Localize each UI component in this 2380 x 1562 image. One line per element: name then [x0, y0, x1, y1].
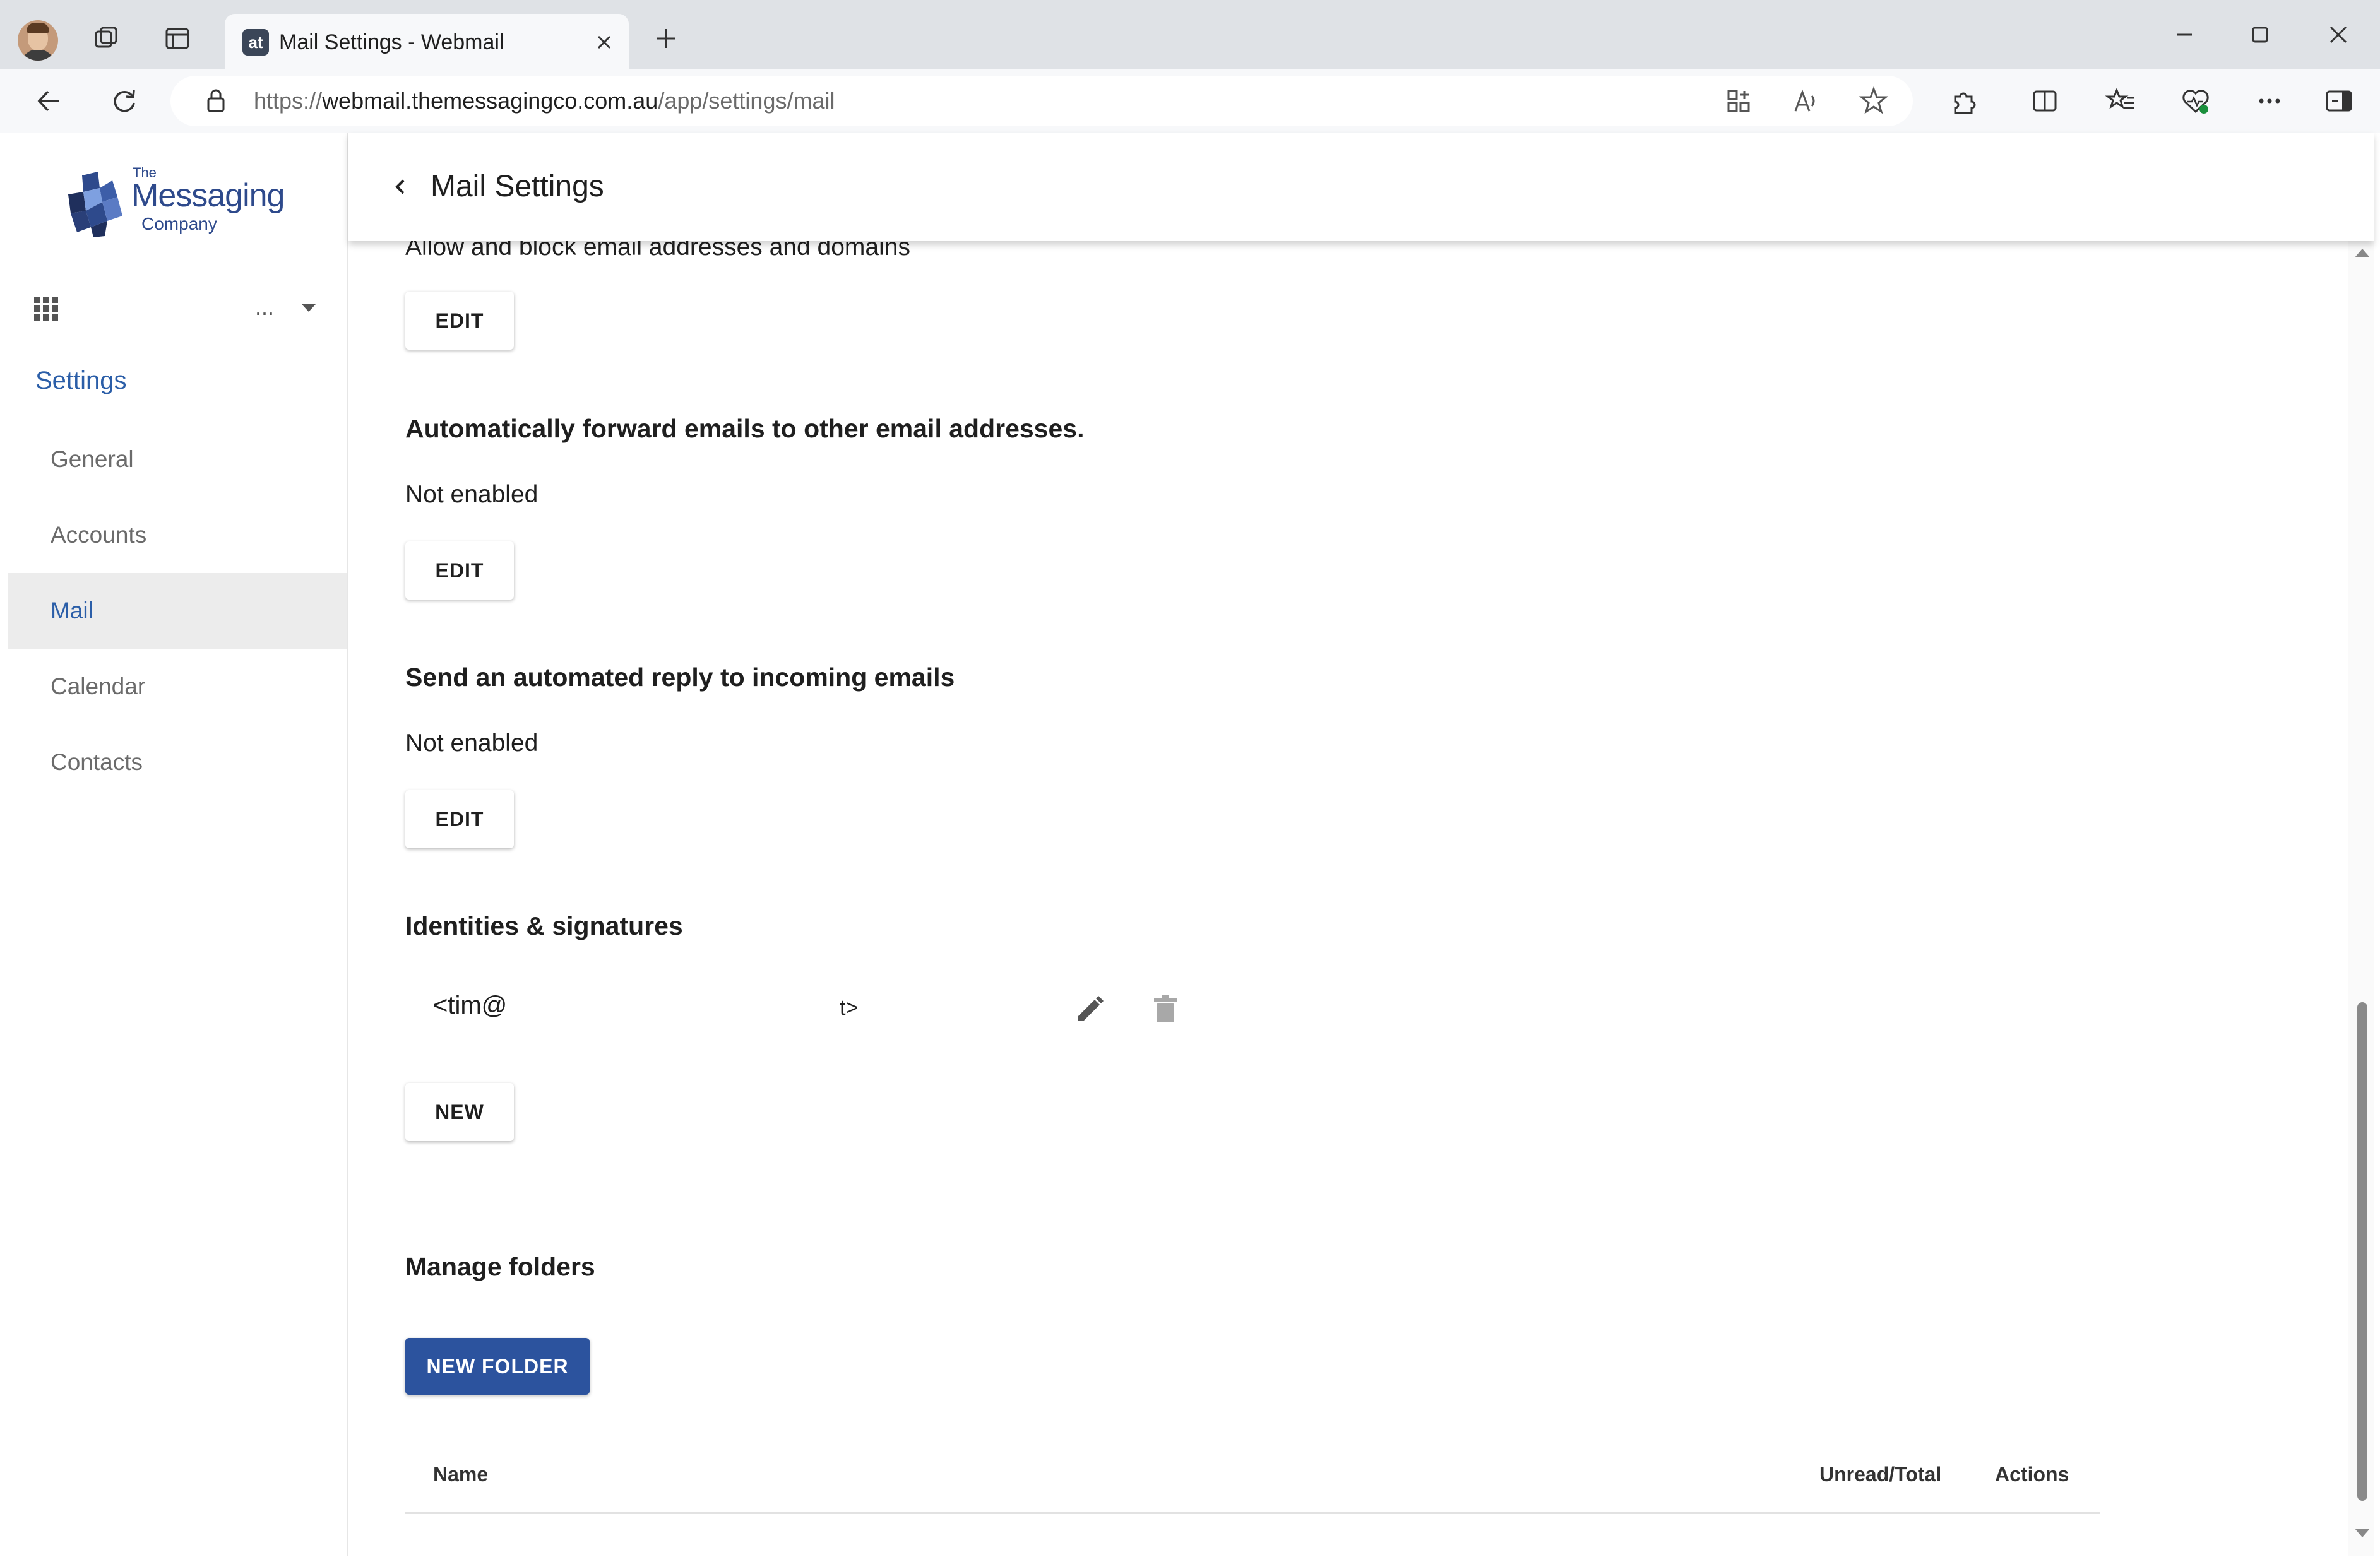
- autoreply-section-title: Send an automated reply to incoming emai…: [405, 663, 955, 692]
- identity-row: <tim@ t>: [405, 978, 1302, 1041]
- favorites-icon[interactable]: [2098, 78, 2145, 124]
- page-header: Mail Settings: [348, 133, 2374, 241]
- refresh-icon[interactable]: [101, 78, 148, 124]
- minimize-icon[interactable]: [2153, 13, 2216, 57]
- logo-text-messaging: Messaging: [131, 177, 285, 214]
- caret-down-icon[interactable]: [299, 302, 318, 317]
- block-edit-button[interactable]: EDIT: [405, 292, 514, 350]
- logo-text-company: Company: [141, 214, 217, 234]
- webmail-app: The Messaging Company ... Settings Gener…: [8, 133, 2374, 1556]
- url-text[interactable]: https://webmail.themessagingco.com.au/ap…: [254, 87, 835, 115]
- app-switcher-row: ...: [8, 284, 348, 334]
- autoreply-status: Not enabled: [405, 730, 538, 757]
- sidebar-toggle-icon[interactable]: [2316, 78, 2362, 124]
- new-folder-button[interactable]: NEW FOLDER: [405, 1338, 590, 1395]
- trash-icon[interactable]: [1148, 992, 1183, 1031]
- forward-section-title: Automatically forward emails to other em…: [405, 414, 1085, 443]
- favorite-star-icon[interactable]: [1859, 86, 1889, 119]
- close-window-icon[interactable]: [2307, 13, 2370, 57]
- browser-essentials-icon[interactable]: [2172, 78, 2219, 124]
- back-nav-icon[interactable]: [25, 78, 72, 124]
- more-options-icon[interactable]: [2246, 78, 2293, 124]
- scroll-thumb[interactable]: [2357, 1002, 2367, 1501]
- url-host: webmail.themessagingco.com.au: [322, 88, 658, 114]
- url-prefix: https://: [254, 88, 323, 114]
- extensions-icon[interactable]: [1940, 78, 1987, 124]
- address-bar[interactable]: https://webmail.themessagingco.com.au/ap…: [170, 76, 1913, 126]
- sidebar-item-mail[interactable]: Mail: [8, 573, 347, 649]
- settings-sidebar: The Messaging Company ... Settings Gener…: [8, 133, 348, 1556]
- browser-toolbar: https://webmail.themessagingco.com.au/ap…: [0, 69, 2380, 133]
- tab-close-icon[interactable]: [591, 29, 617, 56]
- lock-icon[interactable]: [203, 87, 229, 118]
- company-logo[interactable]: The Messaging Company: [63, 165, 303, 247]
- folders-table-header: Name Unread/Total Actions: [405, 1447, 2100, 1516]
- logo-globe-icon: [68, 172, 122, 237]
- tab-actions-icon[interactable]: [154, 15, 201, 62]
- block-section-text: Allow and block email addresses and doma…: [405, 241, 910, 261]
- new-tab-icon[interactable]: [643, 15, 689, 62]
- forward-edit-button[interactable]: EDIT: [405, 541, 514, 600]
- browser-tab[interactable]: at Mail Settings - Webmail: [225, 14, 629, 69]
- pencil-icon[interactable]: [1072, 992, 1107, 1031]
- forward-status: Not enabled: [405, 481, 538, 508]
- profile-avatar[interactable]: [18, 20, 58, 61]
- tab-favicon-icon: at: [242, 29, 269, 56]
- scroll-up-icon[interactable]: [2355, 249, 2370, 257]
- identity-email-end: t>: [840, 996, 859, 1020]
- sidebar-item-general[interactable]: General: [8, 422, 347, 497]
- sidebar-item-accounts[interactable]: Accounts: [8, 497, 347, 573]
- identities-section-title: Identities & signatures: [405, 911, 683, 940]
- app-available-icon[interactable]: [1723, 86, 1754, 119]
- read-aloud-icon[interactable]: [1792, 86, 1822, 119]
- folders-section-title: Manage folders: [405, 1252, 595, 1281]
- table-divider: [405, 1512, 2100, 1514]
- content-scrollbar[interactable]: [2348, 241, 2374, 1556]
- settings-heading: Settings: [35, 367, 127, 394]
- maximize-icon[interactable]: [2228, 13, 2292, 57]
- url-path: /app/settings/mail: [658, 88, 835, 114]
- identity-email-start: <tim@: [433, 991, 508, 1019]
- apps-grid-icon[interactable]: [32, 294, 61, 326]
- column-header-actions: Actions: [1995, 1463, 2069, 1486]
- column-header-unread-total[interactable]: Unread/Total: [1819, 1462, 1941, 1487]
- column-header-name[interactable]: Name: [433, 1462, 488, 1487]
- tab-title: Mail Settings - Webmail: [279, 30, 504, 54]
- sidebar-item-calendar[interactable]: Calendar: [8, 649, 347, 725]
- scroll-down-icon[interactable]: [2355, 1529, 2370, 1537]
- new-identity-button[interactable]: NEW: [405, 1083, 514, 1141]
- split-screen-icon[interactable]: [2021, 78, 2068, 124]
- workspaces-icon[interactable]: [83, 15, 130, 62]
- autoreply-edit-button[interactable]: EDIT: [405, 790, 514, 848]
- account-selector[interactable]: ...: [255, 294, 274, 321]
- sidebar-item-contacts[interactable]: Contacts: [8, 725, 347, 800]
- settings-content: Allow and block email addresses and doma…: [348, 241, 2374, 1556]
- browser-titlebar: at Mail Settings - Webmail: [0, 0, 2380, 69]
- page-title: Mail Settings: [431, 170, 604, 203]
- chevron-left-icon[interactable]: [383, 169, 418, 204]
